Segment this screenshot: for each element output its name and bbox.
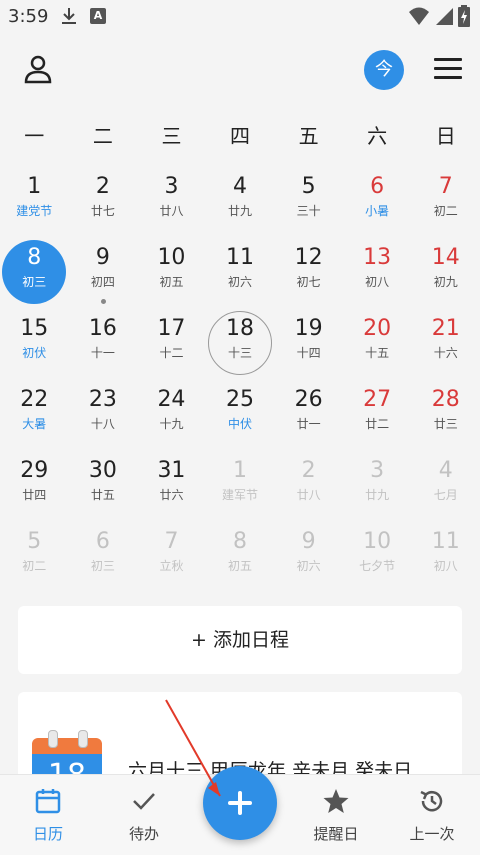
today-button[interactable]: 今: [364, 50, 404, 90]
calendar-day[interactable]: 27 廿二: [343, 381, 412, 452]
calendar-day[interactable]: 17 十二: [137, 310, 206, 381]
calendar-day[interactable]: 29 廿四: [0, 452, 69, 523]
weekday-label: 五: [298, 124, 319, 148]
calendar-day[interactable]: 24 十九: [137, 381, 206, 452]
calendar-day[interactable]: 9 初四: [69, 239, 138, 310]
nav-label: 上一次: [409, 825, 455, 843]
calendar-day[interactable]: 21 十六: [411, 310, 480, 381]
calendar-day[interactable]: 7 初二: [411, 168, 480, 239]
profile-icon[interactable]: [24, 54, 52, 84]
calendar-week: 8 初三 9 初四 10 初五 11 初六 12 初七 13 初八 14 初九: [0, 239, 480, 310]
calendar-week: 22 大暑 23 十八 24 十九 25 中伏 26 廿一 27 廿二 28 廿三: [0, 381, 480, 452]
calendar-day-other-month[interactable]: 9 初六: [274, 523, 343, 594]
check-icon: [133, 793, 155, 810]
calendar-week: 5 初二 6 初三 7 立秋 8 初五 9 初六 10 七夕节 11 初八: [0, 523, 480, 594]
calendar-day[interactable]: 31 廿六: [137, 452, 206, 523]
weekday-label: 四: [230, 124, 251, 148]
calendar-day[interactable]: 14 初九: [411, 239, 480, 310]
calendar-day-today[interactable]: 18 十三: [206, 310, 275, 381]
calendar-day-other-month[interactable]: 8 初五: [206, 523, 275, 594]
nav-history[interactable]: 上一次: [392, 787, 472, 844]
star-icon: [323, 789, 349, 813]
battery-icon: [458, 5, 470, 27]
calendar-day[interactable]: 10 初五: [137, 239, 206, 310]
top-bar: 今: [0, 34, 480, 106]
calendar-day-other-month[interactable]: 11 初八: [411, 523, 480, 594]
calendar-day[interactable]: 2 廿七: [69, 168, 138, 239]
calendar-day[interactable]: 30 廿五: [69, 452, 138, 523]
calendar-day[interactable]: 11 初六: [206, 239, 275, 310]
calendar-day[interactable]: 23 十八: [69, 381, 138, 452]
calendar-day[interactable]: 4 廿九: [206, 168, 275, 239]
nav-reminder[interactable]: 提醒日: [296, 787, 376, 844]
weekday-label: 六: [367, 124, 388, 148]
nav-calendar[interactable]: 日历: [8, 787, 88, 844]
calendar-grid: 1 建党节 2 廿七 3 廿八 4 廿九 5 三十 6 小暑 7 初二 8 初三 9 初四 10 初…: [0, 168, 480, 594]
calendar-day[interactable]: 5 三十: [274, 168, 343, 239]
calendar-day-other-month[interactable]: 7 立秋: [137, 523, 206, 594]
event-dot: [100, 299, 106, 304]
calendar-day[interactable]: 19 十四: [274, 310, 343, 381]
weekday-label: 日: [435, 124, 456, 148]
calendar-day-selected[interactable]: 8 初三: [0, 239, 69, 310]
calendar-day-other-month[interactable]: 1 建军节: [206, 452, 275, 523]
weekday-label: 一: [24, 124, 45, 148]
add-event-fab[interactable]: [203, 766, 277, 840]
calendar-day[interactable]: 12 初七: [274, 239, 343, 310]
calendar-icon: [35, 789, 61, 814]
weekday-label: 二: [92, 124, 113, 148]
calendar-day[interactable]: 22 大暑: [0, 381, 69, 452]
weekday-header: 一 二 三 四 五 六 日: [0, 114, 480, 158]
history-icon: [420, 790, 443, 812]
calendar-day[interactable]: 28 廿三: [411, 381, 480, 452]
nav-label: 待办: [128, 825, 159, 843]
calendar-day[interactable]: 26 廿一: [274, 381, 343, 452]
calendar-day[interactable]: 3 廿八: [137, 168, 206, 239]
calendar-day-other-month[interactable]: 10 七夕节: [343, 523, 412, 594]
calendar-week: 15 初伏 16 十一 17 十二 18 十三 19 十四 20 十五 21 十六: [0, 310, 480, 381]
calendar-day-other-month[interactable]: 2 廿八: [274, 452, 343, 523]
calendar-week: 29 廿四 30 廿五 31 廿六 1 建军节 2 廿八 3 廿九 4 七月: [0, 452, 480, 523]
menu-icon[interactable]: [434, 58, 462, 80]
calendar-day[interactable]: 1 建党节: [0, 168, 69, 239]
signal-icon: [436, 8, 453, 25]
calendar-day-other-month[interactable]: 6 初三: [69, 523, 138, 594]
calendar-day[interactable]: 20 十五: [343, 310, 412, 381]
nav-label: 日历: [32, 825, 63, 843]
calendar-day[interactable]: 6 小暑: [343, 168, 412, 239]
app-notification-icon: A: [90, 8, 106, 24]
nav-todo[interactable]: 待办: [104, 787, 184, 844]
calendar-day-other-month[interactable]: 5 初二: [0, 523, 69, 594]
calendar-day-other-month[interactable]: 3 廿九: [343, 452, 412, 523]
wifi-icon: [409, 7, 429, 25]
calendar-day-other-month[interactable]: 4 七月: [411, 452, 480, 523]
add-schedule-button[interactable]: + 添加日程: [18, 606, 462, 674]
status-bar: 3:59 A: [0, 0, 480, 34]
calendar-day[interactable]: 13 初八: [343, 239, 412, 310]
calendar-day[interactable]: 15 初伏: [0, 310, 69, 381]
nav-label: 提醒日: [313, 825, 359, 843]
download-icon: [62, 8, 76, 24]
calendar-day[interactable]: 16 十一: [69, 310, 138, 381]
calendar-week: 1 建党节 2 廿七 3 廿八 4 廿九 5 三十 6 小暑 7 初二: [0, 168, 480, 239]
calendar-day[interactable]: 25 中伏: [206, 381, 275, 452]
weekday-label: 三: [161, 124, 182, 148]
status-time: 3:59: [8, 6, 49, 27]
